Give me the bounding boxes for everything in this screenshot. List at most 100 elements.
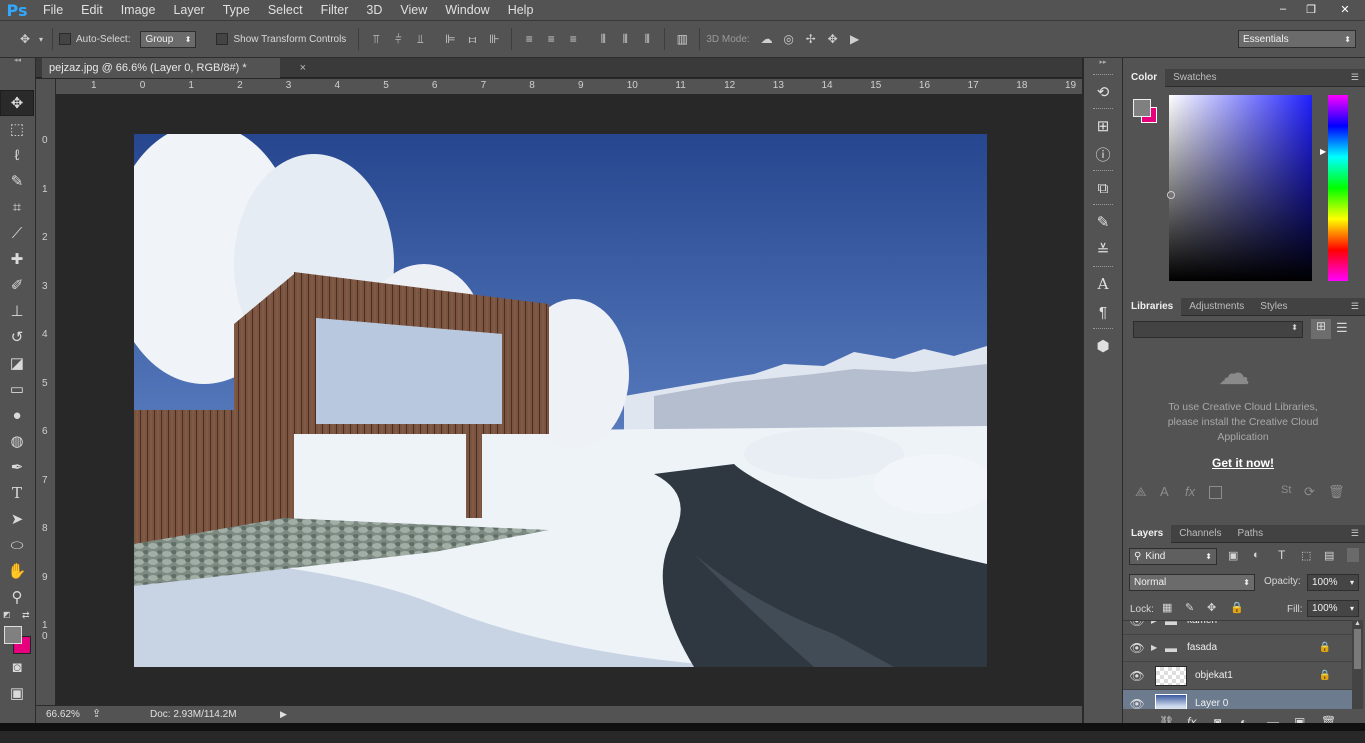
menu-file[interactable]: File bbox=[34, 0, 72, 20]
lasso-tool-icon[interactable]: ℓ bbox=[0, 142, 34, 168]
screen-mode-icon[interactable]: ▣ bbox=[0, 680, 34, 706]
gradient-tool-icon[interactable]: ▭ bbox=[0, 376, 34, 402]
dodge-tool-icon[interactable]: ◍ bbox=[0, 428, 34, 454]
filter-smart-object-icon[interactable]: ▤ bbox=[1324, 549, 1334, 562]
eye-icon[interactable]: 👁 bbox=[1123, 697, 1151, 710]
menu-3d[interactable]: 3D bbox=[357, 0, 391, 20]
character-icon[interactable]: A bbox=[1084, 270, 1122, 298]
swap-colors-icon[interactable]: ⇄ bbox=[22, 610, 30, 621]
export-icon[interactable]: ⇪ bbox=[92, 707, 101, 720]
close-window-button[interactable]: ✕ bbox=[1325, 0, 1365, 18]
tab-swatches[interactable]: Swatches bbox=[1165, 69, 1224, 87]
lock-all-icon[interactable]: 🔒 bbox=[1230, 601, 1244, 614]
3d-roll-icon[interactable]: ◎ bbox=[778, 29, 800, 49]
close-document-icon[interactable]: × bbox=[300, 58, 306, 78]
filter-pixel-icon[interactable]: ▣ bbox=[1228, 549, 1238, 562]
blur-tool-icon[interactable]: ● bbox=[0, 402, 34, 428]
align-bottom-icon[interactable]: ⫫ bbox=[409, 29, 431, 49]
3d-slide-icon[interactable]: ✥ bbox=[822, 29, 844, 49]
zoom-tool-icon[interactable]: ⚲ bbox=[0, 584, 34, 610]
expand-arrow-icon[interactable]: ▶ bbox=[1151, 643, 1165, 652]
tab-styles[interactable]: Styles bbox=[1252, 298, 1295, 316]
default-colors-icon[interactable]: ◩ bbox=[3, 610, 11, 619]
list-view-icon[interactable]: ☰ bbox=[1336, 320, 1348, 336]
path-select-tool-icon[interactable]: ➤ bbox=[0, 506, 34, 532]
foreground-color-chip[interactable] bbox=[1133, 99, 1151, 117]
menu-layer[interactable]: Layer bbox=[164, 0, 213, 20]
restore-button[interactable]: ❐ bbox=[1297, 0, 1325, 18]
add-graphic-icon[interactable]: ⟁ bbox=[1135, 484, 1147, 500]
eyedropper-tool-icon[interactable]: ⟋ bbox=[0, 220, 34, 246]
panel-menu-icon[interactable]: ☰ bbox=[1351, 528, 1359, 539]
3d-orbit-icon[interactable]: ☁ bbox=[756, 29, 778, 49]
quick-select-tool-icon[interactable]: ✎ bbox=[0, 168, 34, 194]
workspace-dropdown[interactable]: Essentials ⬍ bbox=[1238, 30, 1356, 48]
expand-panels-icon[interactable]: ▸▸ bbox=[1084, 58, 1122, 72]
tab-channels[interactable]: Channels bbox=[1171, 525, 1229, 543]
align-top-icon[interactable]: ⫪ bbox=[365, 29, 387, 49]
eye-icon[interactable]: 👁 bbox=[1123, 621, 1151, 628]
distribute-vcenter-icon[interactable]: ≡ bbox=[540, 29, 562, 49]
3d-panel-icon[interactable]: ⬢ bbox=[1084, 332, 1122, 360]
sync-icon[interactable]: ⟳ bbox=[1304, 484, 1315, 500]
expand-arrow-icon[interactable]: ▶ bbox=[1151, 621, 1165, 625]
panel-menu-icon[interactable]: ☰ bbox=[1351, 301, 1359, 312]
ellipse-tool-icon[interactable]: ⬭ bbox=[0, 532, 34, 558]
layer-filter-dropdown[interactable]: ⚲ Kind ⬍ bbox=[1129, 548, 1217, 565]
menu-view[interactable]: View bbox=[391, 0, 436, 20]
chevron-down-icon[interactable]: ▾ bbox=[36, 29, 46, 49]
delete-library-icon[interactable]: 🗑 bbox=[1328, 484, 1345, 500]
auto-align-icon[interactable]: ▥ bbox=[671, 29, 693, 49]
paragraph-icon[interactable]: ¶ bbox=[1084, 298, 1122, 326]
tab-adjustments[interactable]: Adjustments bbox=[1181, 298, 1252, 316]
grid-view-icon[interactable]: ⊞ bbox=[1311, 319, 1331, 339]
hue-slider[interactable] bbox=[1328, 95, 1348, 281]
lock-transparent-icon[interactable]: ▦ bbox=[1162, 601, 1172, 614]
quick-mask-icon[interactable]: ◙ bbox=[0, 654, 34, 680]
minimize-button[interactable]: – bbox=[1269, 0, 1297, 18]
healing-brush-tool-icon[interactable]: ✚ bbox=[0, 246, 34, 272]
eye-icon[interactable]: 👁 bbox=[1123, 641, 1151, 655]
align-right-icon[interactable]: ⊪ bbox=[483, 29, 505, 49]
clone-stamp-tool-icon[interactable]: ⊥ bbox=[0, 298, 34, 324]
crop-tool-icon[interactable]: ⌗ bbox=[0, 194, 34, 220]
add-color-icon[interactable] bbox=[1209, 486, 1222, 499]
distribute-top-icon[interactable]: ≡ bbox=[518, 29, 540, 49]
scroll-thumb[interactable] bbox=[1354, 629, 1361, 669]
distribute-left-icon[interactable]: ⦀ bbox=[592, 29, 614, 49]
marquee-tool-icon[interactable]: ⬚ bbox=[0, 116, 34, 142]
3d-pan-icon[interactable]: ✢ bbox=[800, 29, 822, 49]
color-field[interactable] bbox=[1169, 95, 1312, 281]
auto-select-dropdown[interactable]: Group ⬍ bbox=[140, 30, 197, 48]
actions-icon[interactable]: ⊞ bbox=[1084, 112, 1122, 140]
tab-color[interactable]: Color bbox=[1123, 68, 1166, 87]
layer-row-selected[interactable]: 👁 Layer 0 bbox=[1123, 690, 1363, 709]
layer-row-group[interactable]: 👁 ▶ ▬ fasada 🔒 bbox=[1123, 634, 1363, 662]
tab-layers[interactable]: Layers bbox=[1123, 524, 1172, 543]
type-tool-icon[interactable]: T bbox=[0, 480, 34, 506]
layer-row[interactable]: 👁 objekat1 🔒 bbox=[1123, 662, 1363, 690]
distribute-hcenter-icon[interactable]: ⦀ bbox=[614, 29, 636, 49]
layers-scrollbar[interactable]: ▲ bbox=[1352, 620, 1363, 709]
filter-toggle-icon[interactable] bbox=[1347, 548, 1359, 562]
brush-panel-icon[interactable]: ≚ bbox=[1084, 236, 1122, 264]
document-tab[interactable]: pejzaz.jpg @ 66.6% (Layer 0, RGB/8#) * × bbox=[42, 58, 306, 78]
clone-source-icon[interactable]: ⧉ bbox=[1084, 174, 1122, 202]
menu-type[interactable]: Type bbox=[214, 0, 259, 20]
panel-menu-icon[interactable]: ☰ bbox=[1351, 72, 1359, 83]
foreground-color-swatch[interactable] bbox=[4, 626, 22, 644]
show-transform-checkbox[interactable] bbox=[216, 33, 229, 45]
menu-select[interactable]: Select bbox=[259, 0, 312, 20]
distribute-bottom-icon[interactable]: ≡ bbox=[562, 29, 584, 49]
info-icon[interactable]: ⓘ bbox=[1084, 140, 1122, 168]
add-layer-style-icon[interactable]: fx bbox=[1185, 484, 1195, 499]
document-canvas-image[interactable] bbox=[134, 134, 987, 667]
fill-field[interactable]: 100% ▾ bbox=[1307, 600, 1359, 617]
hand-tool-icon[interactable]: ✋ bbox=[0, 558, 34, 584]
align-hcenter-icon[interactable]: ⧦ bbox=[461, 29, 483, 49]
library-dropdown[interactable]: ⬍ bbox=[1133, 321, 1303, 338]
lock-image-icon[interactable]: ✎ bbox=[1185, 601, 1194, 614]
align-left-icon[interactable]: ⊫ bbox=[439, 29, 461, 49]
lock-position-icon[interactable]: ✥ bbox=[1207, 601, 1216, 614]
status-menu-arrow-icon[interactable]: ▶ bbox=[280, 709, 287, 720]
